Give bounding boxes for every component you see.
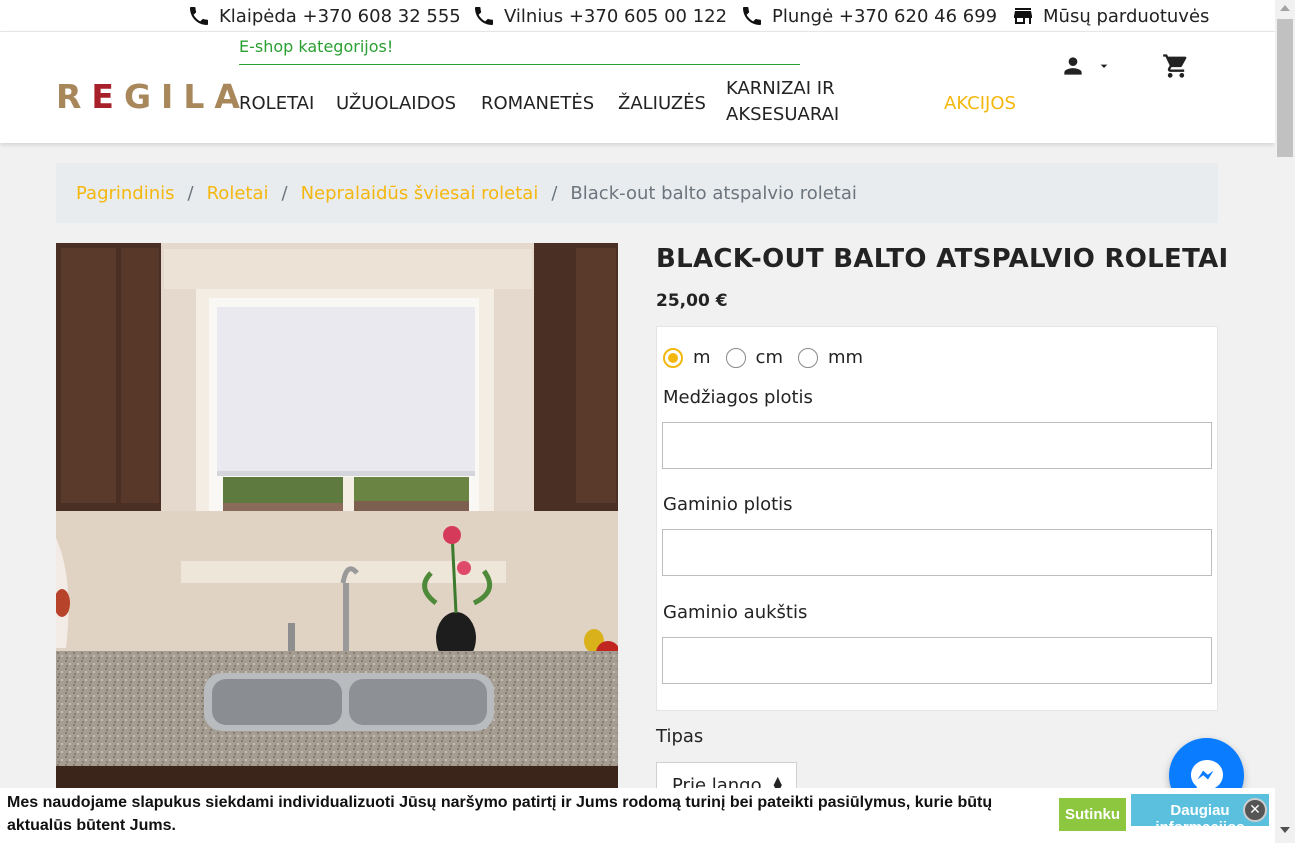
unit-label-m[interactable]: m [693,347,711,368]
cart-icon [1163,54,1187,78]
dimensions-form: m cm mm Medžiagos plotis Gaminio plotis … [656,326,1218,711]
unit-radio-cm[interactable] [725,347,746,368]
eshop-categories-link[interactable]: E-shop kategorijos! [239,35,800,65]
top-contact-bar: Klaipėda +370 608 32 555 Vilnius +370 60… [0,0,1275,31]
logo-part: R [56,77,92,116]
cookie-text: Mes naudojame slapukus siekdami individu… [7,794,993,834]
type-label: Tipas [656,726,704,747]
phone-icon [475,7,493,25]
product-width-label: Gaminio plotis [663,494,793,515]
unit-radio-mm[interactable] [797,347,818,368]
scroll-up-arrow-icon[interactable] [1280,5,1290,11]
scroll-down-arrow-icon[interactable] [1280,827,1290,833]
site-header: REGILA E-shop kategorijos! ROLETAI UŽUOL… [0,31,1275,143]
store-icon [1014,8,1032,24]
unit-label-mm[interactable]: mm [828,347,863,368]
product-image[interactable] [56,243,618,788]
phone-icon [190,7,208,25]
contact-vilnius[interactable]: Vilnius +370 605 00 122 [472,4,727,28]
fabric-width-label: Medžiagos plotis [663,387,813,408]
breadcrumb-separator: / [187,182,194,204]
cookie-accept-button[interactable]: Sutinku [1059,798,1126,831]
unit-label-cm[interactable]: cm [756,347,783,368]
stores-label: Mūsų parduotuvės [1043,5,1210,27]
contact-plunge[interactable]: Plungė +370 620 46 699 [740,4,997,28]
product-price: 25,00 € [656,291,728,311]
breadcrumb-roletai[interactable]: Roletai [207,183,269,204]
contact-label: Plungė +370 620 46 699 [772,5,998,27]
contact-klaipeda[interactable]: Klaipėda +370 608 32 555 [187,4,461,28]
phone-icon [743,7,761,25]
nav-item-akcijos[interactable]: AKCIJOS [944,91,1016,117]
product-title: BLACK-OUT BALTO ATSPALVIO ROLETAI [656,244,1229,274]
nav-item-label: KARNIZAI IR [726,78,835,99]
nav-item-roletai[interactable]: ROLETAI [239,91,314,117]
user-icon [1064,57,1082,75]
breadcrumb-separator: / [281,182,288,204]
contact-label: Klaipėda +370 608 32 555 [219,5,461,27]
product-width-input[interactable] [662,529,1212,576]
breadcrumb-home[interactable]: Pagrindinis [76,183,175,204]
unit-radio-m[interactable] [663,347,683,368]
close-icon[interactable]: ✕ [1243,798,1267,822]
logo[interactable]: REGILA [56,77,250,116]
nav-item-karnizai[interactable]: KARNIZAI IR AKSESUARAI [726,76,839,128]
nav-item-label: AKSESUARAI [726,104,840,125]
cookie-banner: Mes naudojame slapukus siekdami individu… [0,788,1275,843]
account-menu[interactable] [1060,53,1112,81]
caret-down-icon [1100,64,1108,68]
fabric-width-input[interactable] [662,422,1212,469]
nav-item-romanetes[interactable]: ROMANETĖS [481,91,594,117]
product-height-label: Gaminio aukštis [663,602,808,623]
nav-item-uzuolaidos[interactable]: UŽUOLAIDOS [336,91,456,117]
breadcrumb-current: Black-out balto atspalvio roletai [570,182,857,204]
contact-label: Vilnius +370 605 00 122 [504,5,728,27]
nav-item-zaliuzes[interactable]: ŽALIUZĖS [618,91,706,117]
breadcrumb: Pagrindinis / Roletai / Nepralaidūs švie… [56,163,1218,223]
stores-link[interactable]: Mūsų parduotuvės [1011,4,1209,28]
product-height-input[interactable] [662,637,1212,684]
breadcrumb-separator: / [551,182,558,204]
cart-button[interactable] [1162,52,1190,80]
breadcrumb-blackout[interactable]: Nepralaidūs šviesai roletai [301,183,539,204]
logo-part-red: E [91,77,124,116]
logo-part: GILA [123,77,250,116]
page-scrollbar[interactable] [1275,0,1295,843]
unit-selector: m cm mm [663,347,878,368]
kitchen-window-illustration [56,243,618,788]
scrollbar-thumb[interactable] [1277,19,1293,157]
